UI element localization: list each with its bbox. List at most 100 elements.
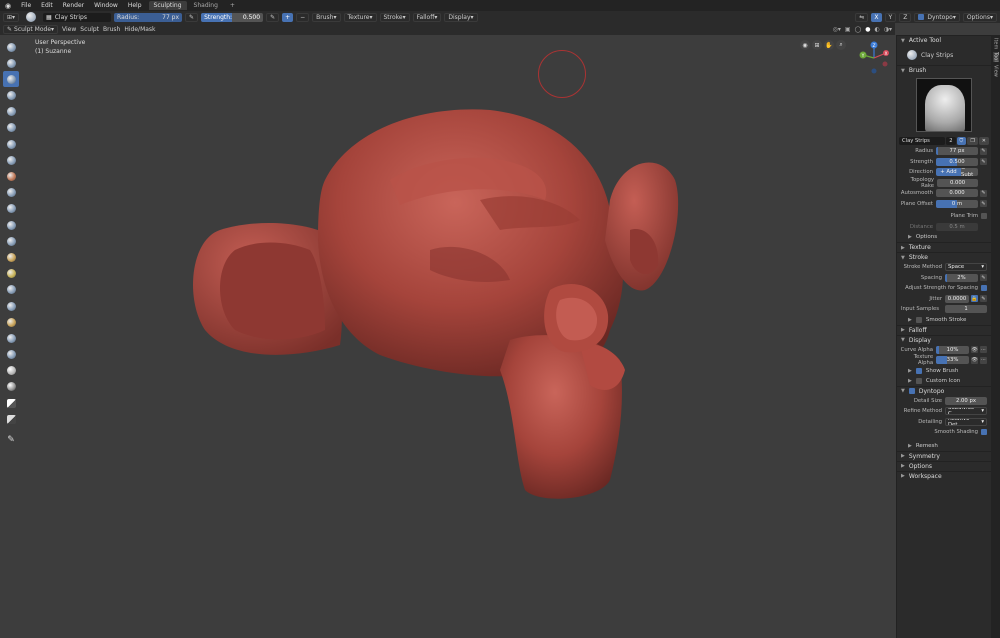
inflate-brush-icon[interactable] (3, 136, 19, 152)
texture-alpha-menu-icon[interactable]: ⋯ (980, 356, 987, 364)
add-workspace-button[interactable]: + (225, 1, 240, 10)
brush-strength-field[interactable]: 0.500 (936, 157, 978, 166)
editor-type-dropdown[interactable]: ⊞▾ (3, 12, 20, 22)
spacing-pressure-icon[interactable]: ✎ (980, 274, 987, 282)
workspace-tab-shading[interactable]: Shading (189, 1, 223, 10)
shading-rendered-icon[interactable]: ◑▾ (884, 26, 892, 33)
texture-alpha-field[interactable]: 33% (936, 356, 970, 365)
blob-brush-icon[interactable] (3, 152, 19, 168)
menu-window[interactable]: Window (94, 2, 118, 9)
xray-icon[interactable]: ▣ (845, 26, 851, 33)
strength-field[interactable]: Strength: 0.500 (201, 12, 264, 22)
direction-subtract-button[interactable]: − (296, 12, 310, 22)
snake-hook-brush-icon[interactable] (3, 282, 19, 298)
brush-datablock-name[interactable]: Clay Strips (899, 136, 946, 145)
box-mask-icon[interactable] (3, 395, 19, 411)
display-dropdown[interactable]: Display ▾ (444, 12, 478, 22)
scrape-brush-icon[interactable] (3, 233, 19, 249)
show-brush-checkbox[interactable] (915, 367, 922, 374)
tab-view[interactable]: View (993, 65, 999, 77)
dyntopo-header[interactable]: ▼ Dyntopo (897, 385, 991, 396)
symmetry-icon[interactable]: ⇋ (855, 12, 869, 22)
strength-pressure-icon[interactable]: ✎ (266, 12, 280, 22)
tab-item[interactable]: Item (993, 38, 999, 49)
options-header[interactable]: ▶ Options (897, 460, 991, 471)
jitter-pressure-icon[interactable]: ✎ (980, 295, 987, 303)
shading-wireframe-icon[interactable]: ◯ (855, 26, 862, 33)
autosmooth-field[interactable]: 0.000 (936, 189, 978, 198)
distance-field[interactable]: 0.5 m (936, 222, 978, 231)
texture-header[interactable]: ▶ Texture (897, 242, 991, 252)
nudge-brush-icon[interactable] (3, 330, 19, 346)
plane-offset-field[interactable]: 0 m (936, 199, 978, 208)
active-tool-header[interactable]: ▼ Active Tool (897, 35, 991, 45)
spacing-field[interactable]: 2% (945, 273, 978, 282)
menu-hide-mask[interactable]: Hide/Mask (124, 26, 155, 33)
custom-icon-subpanel[interactable]: ▶ Custom Icon (897, 376, 991, 386)
suzanne-sculpt-mesh[interactable] (180, 90, 690, 510)
box-hide-icon[interactable] (3, 411, 19, 427)
refine-method-dropdown[interactable]: Subdivide C... ▾ (945, 407, 987, 416)
grab-brush-icon[interactable] (3, 266, 19, 282)
grid-view-icon[interactable]: ⊞ (812, 40, 822, 50)
blender-logo-icon[interactable]: ◉ (5, 2, 11, 10)
camera-view-icon[interactable]: ◉ (800, 40, 810, 50)
thumb-brush-icon[interactable] (3, 298, 19, 314)
dyntopo-checkbox[interactable] (908, 388, 915, 394)
jitter-lock-icon[interactable]: 🔒 (971, 295, 978, 303)
workspace-header[interactable]: ▶ Workspace (897, 470, 991, 481)
sculpt-mode-dropdown[interactable]: ✎ Sculpt Mode ▾ (3, 24, 59, 34)
stroke-method-dropdown[interactable]: Space ▾ (945, 263, 987, 272)
mask-brush-icon[interactable] (3, 379, 19, 395)
overlays-icon[interactable]: ◎▾ (833, 26, 841, 33)
input-samples-field[interactable]: 1 (945, 305, 987, 314)
annotate-tool-icon[interactable]: ✎ (3, 432, 19, 448)
radius-pressure-icon[interactable]: ✎ (980, 147, 987, 155)
stroke-header[interactable]: ▼ Stroke (897, 252, 991, 262)
workspace-tab-sculpting[interactable]: Sculpting (148, 1, 187, 10)
autosmooth-pressure-icon[interactable]: ✎ (980, 189, 987, 197)
flatten-brush-icon[interactable] (3, 201, 19, 217)
custom-icon-checkbox[interactable] (915, 377, 922, 384)
draw-sharp-brush-icon[interactable] (3, 55, 19, 71)
pose-brush-icon[interactable] (3, 314, 19, 330)
clay-strips-brush-icon[interactable] (3, 71, 19, 88)
smooth-stroke-subpanel[interactable]: ▶ Smooth Stroke (897, 315, 991, 325)
options-dropdown[interactable]: Options ▾ (962, 12, 997, 22)
menu-file[interactable]: File (21, 2, 31, 9)
brush-name-field[interactable]: ▦ Clay Strips (43, 12, 112, 22)
rotate-brush-icon[interactable] (3, 347, 19, 363)
menu-render[interactable]: Render (63, 2, 84, 9)
brush-options-subpanel[interactable]: ▶ Options (897, 232, 991, 242)
dyntopo-toggle[interactable]: Dyntopo ▾ (914, 12, 960, 22)
detailing-dropdown[interactable]: Relative Det... ▾ (945, 417, 987, 426)
duplicate-brush-icon[interactable]: ❐ (967, 136, 978, 145)
curve-alpha-eye-icon[interactable]: 👁 (971, 346, 978, 354)
clay-brush-icon[interactable] (3, 88, 19, 104)
falloff-header[interactable]: ▶ Falloff (897, 324, 991, 335)
texture-alpha-eye-icon[interactable]: 👁 (971, 356, 979, 364)
strength-pressure-icon[interactable]: ✎ (980, 158, 987, 166)
remesh-subpanel[interactable]: ▶ Remesh (897, 441, 991, 451)
plane-trim-checkbox[interactable] (981, 213, 987, 220)
shading-solid-icon[interactable]: ● (865, 26, 870, 33)
brush-dropdown[interactable]: Brush ▾ (312, 12, 341, 22)
texture-dropdown[interactable]: Texture ▾ (343, 12, 377, 22)
simplify-brush-icon[interactable] (3, 363, 19, 379)
radius-field[interactable]: Radius: 77 px (114, 12, 183, 22)
symmetry-header[interactable]: ▶ Symmetry (897, 450, 991, 461)
menu-sculpt[interactable]: Sculpt (80, 26, 99, 33)
dyntopo-checkbox[interactable] (918, 14, 925, 20)
direction-subtract-button[interactable]: − Subt (961, 168, 978, 177)
draw-brush-icon[interactable] (3, 39, 19, 55)
display-header[interactable]: ▼ Display (897, 334, 991, 345)
falloff-dropdown[interactable]: Falloff ▾ (412, 12, 442, 22)
pinch-brush-icon[interactable] (3, 249, 19, 265)
tab-tool[interactable]: Tool (992, 52, 999, 63)
direction-add-button[interactable]: + Add (936, 168, 961, 177)
jitter-field[interactable]: 0.0000 (945, 294, 969, 303)
brush-preview-icon[interactable] (26, 12, 37, 22)
brush-thumbnail[interactable] (916, 78, 972, 132)
clay-thumb-brush-icon[interactable] (3, 104, 19, 120)
zoom-icon[interactable]: ⌕ (836, 40, 846, 50)
